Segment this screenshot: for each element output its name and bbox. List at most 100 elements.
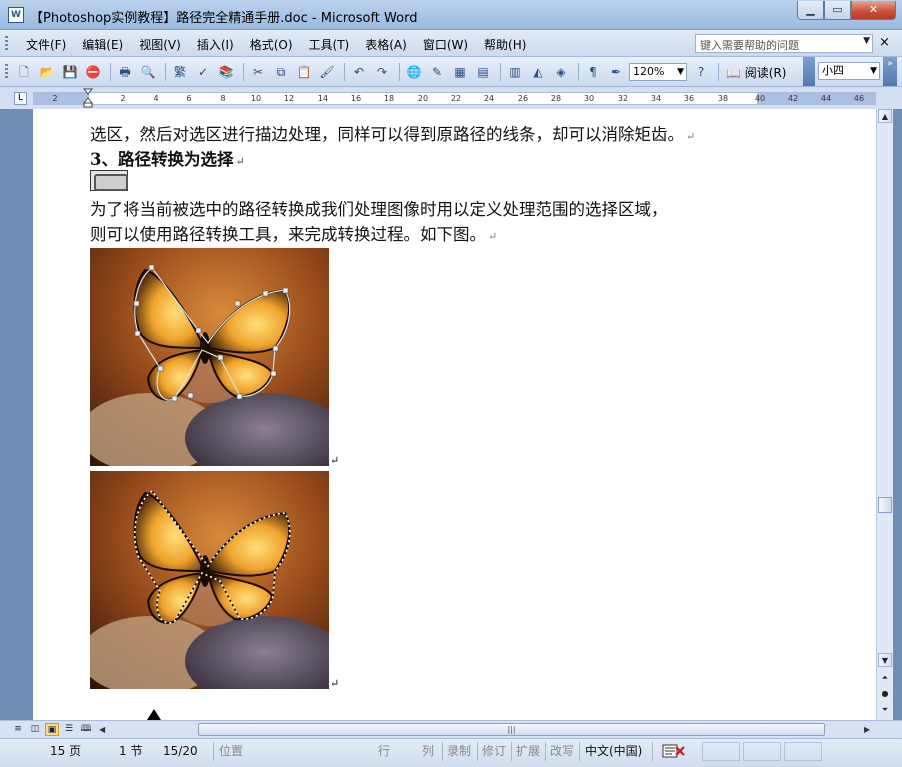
tab-selector[interactable]: L — [14, 92, 27, 105]
tables-borders-icon[interactable]: ✎ — [427, 63, 447, 81]
status-position: 位置 — [219, 744, 244, 758]
indent-marker-handle[interactable] — [83, 88, 93, 108]
scroll-up-icon[interactable]: ▲ — [878, 109, 892, 123]
ruler-tick: 46 — [853, 94, 865, 103]
status-divider — [545, 742, 546, 761]
vertical-scrollbar[interactable]: ▲ ▼ ⏶ ● ⏷ — [876, 109, 893, 720]
scroll-right-icon[interactable]: ▶ — [864, 723, 870, 736]
research-icon[interactable]: 📚 — [216, 63, 236, 81]
menu-insert[interactable]: 插入(I) — [189, 36, 242, 53]
toolbar-options-chevron[interactable] — [803, 57, 815, 86]
print-preview-icon[interactable]: 🔍 — [138, 63, 158, 81]
document-close-button[interactable]: × — [879, 35, 890, 50]
web-view-icon[interactable]: ◫ — [28, 723, 42, 736]
butterfly-selection-image[interactable] — [90, 471, 329, 689]
reading-layout-icon[interactable]: 🕮 — [79, 723, 93, 736]
status-language[interactable]: 中文(中国) — [585, 742, 642, 760]
status-track-changes[interactable]: 修订 — [482, 742, 506, 760]
print-icon[interactable]: 🖶 — [115, 63, 135, 81]
insert-table-icon[interactable]: ▦ — [450, 63, 470, 81]
toolbar-separator — [500, 63, 501, 81]
document-map-icon[interactable]: ◈ — [551, 63, 571, 81]
help-search-placeholder: 键入需要帮助的问题 — [700, 39, 799, 52]
chevron-down-icon[interactable]: ▼ — [870, 63, 877, 79]
status-extend[interactable]: 扩展 — [516, 742, 540, 760]
zoom-select[interactable]: 120% ▼ — [629, 63, 687, 81]
select-browse-object-icon[interactable]: ● — [878, 688, 892, 700]
menu-edit[interactable]: 编辑(E) — [74, 36, 131, 53]
ruler-tick: 2 — [120, 94, 126, 103]
status-column: 列 — [422, 744, 435, 758]
spelling-check-icon[interactable]: ✓ — [193, 63, 213, 81]
scroll-down-icon[interactable]: ▼ — [878, 653, 892, 667]
print-layout-view-icon[interactable]: ▣ — [45, 723, 59, 736]
ruler-tick: 40 — [754, 94, 766, 103]
menu-table[interactable]: 表格(A) — [357, 36, 415, 53]
previous-page-icon[interactable]: ⏶ — [878, 672, 892, 684]
menu-view[interactable]: 视图(V) — [131, 36, 189, 53]
format-painter-icon[interactable]: 🖌 — [317, 63, 337, 81]
drawing-icon[interactable]: ◭ — [528, 63, 548, 81]
menu-tools[interactable]: 工具(T) — [301, 36, 358, 53]
status-empty-cell — [784, 742, 822, 761]
save-icon[interactable]: 💾 — [60, 63, 80, 81]
redo-icon[interactable]: ↷ — [372, 63, 392, 81]
body-text-line: 选区，然后对选区进行描边处理，同样可以得到原路径的线条，却可以消除矩齿。 ↵ — [90, 121, 695, 145]
maximize-button[interactable]: ▭ — [824, 1, 851, 20]
undo-icon[interactable]: ↶ — [349, 63, 369, 81]
ruler-tick: 34 — [650, 94, 662, 103]
ink-annotation-icon[interactable]: ✒ — [606, 63, 626, 81]
menu-window[interactable]: 窗口(W) — [415, 36, 476, 53]
help-search-input[interactable]: 键入需要帮助的问题 ▼ — [695, 34, 873, 53]
permission-icon[interactable]: ⛔ — [83, 63, 103, 81]
status-divider — [477, 742, 478, 761]
ruler-tick: 38 — [717, 94, 729, 103]
toolbar-grip-handle[interactable] — [5, 64, 8, 80]
spelling-status-icon[interactable] — [661, 744, 687, 758]
window-title: 【Photoshop实例教程】路径完全精通手册.doc - Microsoft … — [30, 11, 418, 26]
traditional-chinese-button[interactable]: 繁 — [170, 63, 190, 81]
toolbar-separator — [344, 63, 345, 81]
ruler-tick: 18 — [383, 94, 395, 103]
document-page[interactable]: 选区，然后对选区进行描边处理，同样可以得到原路径的线条，却可以消除矩齿。 ↵ 3、… — [33, 109, 876, 720]
menu-format[interactable]: 格式(O) — [242, 36, 301, 53]
insert-excel-icon[interactable]: ▤ — [473, 63, 493, 81]
cut-icon[interactable]: ✂ — [248, 63, 268, 81]
toolbar-separator — [578, 63, 579, 81]
status-record[interactable]: 录制 — [447, 742, 471, 760]
horizontal-scroll-track[interactable]: ◀ ||| ▶ — [96, 723, 876, 736]
font-size-select[interactable]: 小四 ▼ — [818, 62, 880, 80]
standard-toolbar: 🗋 📂 💾 ⛔ 🖶 🔍 繁 ✓ 📚 ✂ ⧉ 📋 🖌 ↶ ↷ 🌐 ✎ ▦ ▤ ▥ … — [0, 57, 902, 87]
status-overtype[interactable]: 改写 — [550, 742, 574, 760]
outline-view-icon[interactable]: ☰ — [62, 723, 76, 736]
new-document-icon[interactable]: 🗋 — [14, 63, 34, 81]
next-page-icon[interactable]: ⏷ — [878, 704, 892, 716]
read-mode-button[interactable]: 📖 阅读(R) — [723, 64, 789, 81]
menubar-grip-handle[interactable] — [5, 36, 8, 51]
copy-icon[interactable]: ⧉ — [271, 63, 291, 81]
hyperlink-icon[interactable]: 🌐 — [404, 63, 424, 81]
horizontal-scroll-thumb[interactable]: ||| — [198, 723, 825, 736]
columns-icon[interactable]: ▥ — [505, 63, 525, 81]
formatting-toolbar-options-chevron[interactable]: » — [883, 57, 897, 86]
paragraph-mark: ↵ — [330, 677, 340, 690]
scroll-left-icon[interactable]: ◀ — [99, 723, 105, 736]
chevron-down-icon[interactable]: ▼ — [863, 36, 870, 46]
normal-view-icon[interactable]: ≡ — [11, 723, 25, 736]
minimize-button[interactable]: ▁ — [797, 1, 824, 20]
help-icon[interactable]: ? — [691, 63, 711, 81]
close-button[interactable]: ✕ — [851, 1, 896, 20]
horizontal-ruler[interactable]: 2 2 4 6 8 10 12 14 16 18 20 22 24 26 28 … — [33, 92, 876, 105]
vertical-scroll-thumb[interactable] — [878, 497, 892, 513]
word-app-icon[interactable]: W — [8, 7, 24, 23]
body-text-line: 则可以使用路径转换工具，来完成转换过程。如下图。 ↵ — [90, 221, 497, 245]
show-hide-icon[interactable]: ¶ — [583, 63, 603, 81]
menu-help[interactable]: 帮助(H) — [476, 36, 534, 53]
menu-file[interactable]: 文件(F) — [18, 36, 74, 53]
paste-icon[interactable]: 📋 — [294, 63, 314, 81]
open-folder-icon[interactable]: 📂 — [37, 63, 57, 81]
butterfly-path-image[interactable] — [90, 248, 329, 466]
chevron-down-icon[interactable]: ▼ — [677, 64, 684, 80]
view-scroll-bar: ≡ ◫ ▣ ☰ 🕮 ◀ ||| ▶ — [0, 720, 902, 738]
status-divider — [442, 742, 443, 761]
